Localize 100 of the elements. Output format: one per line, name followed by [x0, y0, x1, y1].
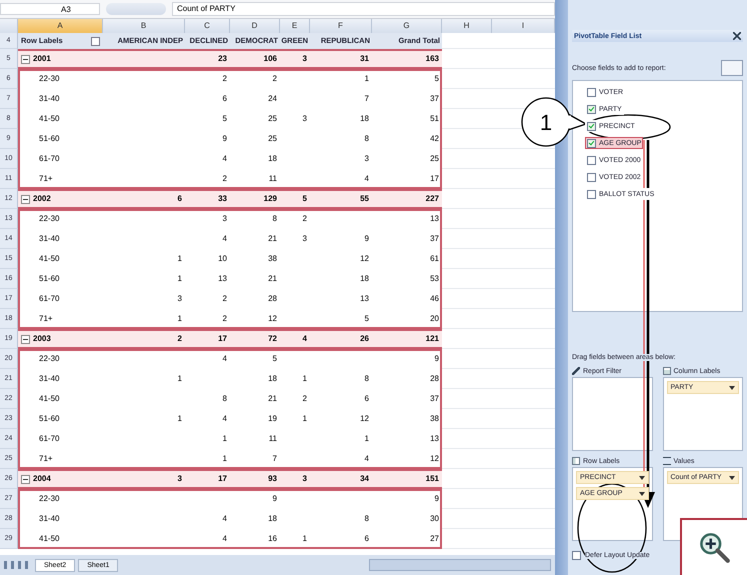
row-label[interactable]: 22-30 — [21, 69, 60, 89]
row-label[interactable]: 31-40 — [21, 509, 60, 529]
table-cell-text: 18 — [267, 373, 278, 385]
checkbox[interactable] — [587, 190, 596, 198]
table-cell-text: 28 — [429, 373, 440, 385]
table-cell-text: 11 — [268, 433, 278, 445]
table-cell-text: 1 — [302, 373, 308, 385]
table-cell-text: 1 — [364, 73, 370, 85]
table-cell-text: 21 — [267, 393, 278, 405]
table-cell-text: 106 — [262, 53, 278, 65]
table-cell-text: 8 — [222, 393, 228, 405]
row-label[interactable]: 61-70 — [21, 289, 60, 309]
table-cell-text: 21 — [267, 233, 278, 245]
checkbox[interactable] — [587, 172, 596, 182]
checkbox[interactable] — [587, 104, 596, 114]
columns-icon — [662, 367, 670, 375]
layout-button[interactable] — [721, 60, 743, 76]
table-cell-text: 17 — [217, 473, 228, 485]
checkbox[interactable] — [587, 122, 596, 130]
table-cell-text: 227 — [424, 193, 440, 205]
row-label[interactable]: 61-70 — [21, 429, 60, 449]
table-cell-text: 38 — [267, 253, 278, 265]
row-label[interactable]: 22-30 — [21, 349, 60, 369]
table-cell-text: 9 — [364, 233, 370, 245]
table-cell-text: 37 — [429, 233, 440, 245]
table-cell-text: 2 — [302, 213, 308, 225]
table-cell-text: 53 — [429, 273, 440, 285]
row-label[interactable]: 41-50 — [21, 249, 60, 269]
close-icon[interactable] — [733, 32, 741, 40]
row-label[interactable]: 51-60 — [21, 269, 60, 289]
table-cell-text: 3 — [176, 293, 183, 305]
row-label[interactable]: 22-30 — [21, 489, 60, 509]
table-cell-text: 25 — [429, 153, 440, 165]
table-cell-text: 4 — [302, 333, 308, 345]
collapse-button[interactable] — [21, 194, 30, 204]
row-label[interactable]: 31-40 — [21, 229, 60, 249]
table-cell-text: 4 — [222, 353, 228, 365]
table-cell-text: 6 — [364, 393, 370, 405]
table-cell-text: 4 — [364, 173, 370, 185]
checkbox[interactable] — [572, 551, 581, 560]
table-cell-text: 18 — [359, 273, 370, 285]
rows-icon — [572, 457, 580, 465]
row-label[interactable]: 41-50 — [21, 109, 60, 129]
column-header[interactable]: H — [442, 19, 492, 33]
filter-button[interactable] — [91, 36, 100, 46]
row-label[interactable]: 31-40 — [21, 89, 60, 109]
table-cell-text: 16 — [267, 533, 278, 545]
table-cell-text: 4 — [222, 233, 228, 245]
table-cell-text: 1 — [302, 533, 308, 545]
row-label[interactable]: 41-50 — [21, 389, 60, 409]
checkbox[interactable] — [587, 156, 596, 164]
table-cell-text: 2 — [302, 393, 308, 405]
table-cell-text: 2 — [222, 73, 228, 85]
collapse-button[interactable] — [21, 474, 30, 484]
column-header[interactable]: A — [18, 19, 103, 33]
table-cell-text: 18 — [359, 113, 370, 125]
horizontal-scrollbar[interactable] — [369, 559, 551, 571]
dropdown-icon[interactable] — [638, 492, 644, 496]
table-cell-text: 31 — [359, 53, 370, 65]
table-cell-text: 10 — [217, 253, 228, 265]
row-label[interactable]: 71+ — [21, 309, 53, 329]
table-cell-text: 38 — [429, 413, 440, 425]
checkbox[interactable] — [587, 88, 596, 96]
row-label[interactable]: 41-50 — [21, 529, 60, 549]
row-label[interactable]: 31-40 — [21, 369, 60, 389]
row-label[interactable]: 71+ — [21, 169, 53, 189]
drop-zone[interactable] — [572, 377, 652, 451]
formula-field[interactable]: Count of PARTY — [172, 2, 555, 16]
table-cell-text: 1 — [176, 253, 183, 265]
dropdown-icon[interactable] — [729, 476, 735, 480]
table-cell-text: 9 — [222, 133, 228, 145]
table-cell-text: 11 — [268, 173, 278, 185]
row-label[interactable]: 61-70 — [21, 149, 60, 169]
table-cell-text: 3 — [302, 53, 308, 65]
dropdown-icon[interactable] — [729, 386, 735, 390]
zoom-in-icon[interactable] — [698, 530, 732, 564]
table-cell-text: 42 — [429, 133, 440, 145]
table-cell-text: 1 — [176, 273, 183, 285]
table-cell-text: 5 — [272, 353, 278, 365]
row-label[interactable]: 71+ — [21, 449, 53, 469]
collapse-button[interactable] — [21, 334, 30, 344]
row-label[interactable]: 51-60 — [21, 409, 60, 429]
row-label[interactable]: 2001 — [33, 49, 51, 69]
row-label[interactable]: 22-30 — [21, 209, 60, 229]
table-cell-text: 23 — [217, 53, 228, 65]
table-cell-text: 21 — [267, 273, 278, 285]
collapse-button[interactable] — [21, 54, 30, 64]
name-box[interactable]: A3 — [0, 3, 100, 15]
table-cell-text: 151 — [424, 473, 440, 485]
table-cell-text: 12 — [429, 453, 440, 465]
dropdown-icon[interactable] — [638, 476, 644, 480]
row-label[interactable]: 2004 — [33, 469, 51, 489]
checkbox[interactable] — [587, 138, 596, 148]
table-cell-text: 7 — [364, 93, 370, 105]
row-label[interactable]: 2003 — [33, 329, 51, 349]
table-cell-text: 18 — [267, 153, 278, 165]
table-cell-text: 4 — [222, 153, 228, 165]
table-cell-text: 37 — [429, 393, 440, 405]
row-label[interactable]: 2002 — [33, 189, 51, 209]
row-label[interactable]: 51-60 — [21, 129, 60, 149]
